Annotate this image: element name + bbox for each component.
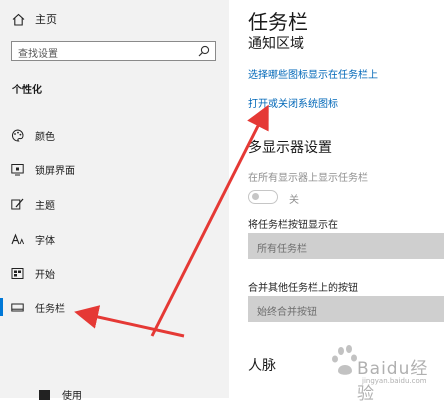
sidebar-item-taskbar[interactable]: 任务栏 <box>0 296 228 318</box>
settings-sidebar: 主页 查找设置 个性化 颜色 锁屏界面 主题 字体 开始 任务栏 使用 <box>0 0 228 402</box>
start-icon <box>11 267 24 279</box>
show-all-displays-toggle[interactable] <box>248 190 278 204</box>
sidebar-item-label: 字体 <box>35 235 55 247</box>
sidebar-item-themes[interactable]: 主题 <box>0 193 228 215</box>
app-list-icon <box>39 389 50 400</box>
palette-icon <box>11 128 24 141</box>
watermark-url: jingyan.baidu.com <box>362 377 427 385</box>
sidebar-item-label: 颜色 <box>35 131 55 143</box>
sidebar-item-label: 开始 <box>35 269 55 281</box>
sidebar-item-label: 主题 <box>35 200 55 212</box>
search-input[interactable]: 查找设置 <box>11 41 216 61</box>
multi-display-heading: 多显示器设置 <box>248 140 332 156</box>
page-title: 任务栏 <box>248 10 308 34</box>
dropdown-value: 所有任务栏 <box>257 244 307 255</box>
home-icon <box>12 13 25 26</box>
sidebar-item-lockscreen[interactable]: 锁屏界面 <box>0 158 228 180</box>
section-title: 个性化 <box>12 85 42 96</box>
taskbar-icon <box>11 303 24 311</box>
sidebar-item-label: 锁屏界面 <box>35 165 75 177</box>
home-nav-item[interactable]: 主页 <box>12 9 57 29</box>
select-taskbar-icons-link[interactable]: 选择哪些图标显示在任务栏上 <box>248 66 378 81</box>
sidebar-item-fonts[interactable]: 字体 <box>0 228 228 250</box>
search-placeholder: 查找设置 <box>18 49 58 60</box>
sidebar-item-label: 使用 <box>62 390 82 402</box>
active-indicator <box>0 298 3 316</box>
show-buttons-label: 将任务栏按钮显示在 <box>248 220 338 231</box>
toggle-state-text: 关 <box>289 195 299 206</box>
show-all-displays-label: 在所有显示器上显示任务栏 <box>248 173 368 184</box>
sidebar-item-partial[interactable]: 使用 <box>0 383 228 405</box>
notification-area-heading: 通知区域 <box>248 36 304 52</box>
taskbar-settings-pane: 任务栏 通知区域 选择哪些图标显示在任务栏上 打开或关闭系统图标 多显示器设置 … <box>229 0 444 398</box>
dropdown-value: 始终合并按钮 <box>257 307 317 318</box>
home-label: 主页 <box>35 13 57 26</box>
theme-brush-icon <box>11 198 24 209</box>
combine-buttons-label: 合并其他任务栏上的按钮 <box>248 283 358 294</box>
lockscreen-icon <box>11 163 24 175</box>
toggle-knob <box>252 193 259 200</box>
combine-buttons-dropdown[interactable]: 始终合并按钮 <box>248 296 444 322</box>
system-icons-link[interactable]: 打开或关闭系统图标 <box>248 95 338 110</box>
sidebar-item-label: 任务栏 <box>35 303 65 315</box>
font-icon <box>11 232 24 244</box>
people-heading: 人脉 <box>248 358 276 374</box>
sidebar-item-colors[interactable]: 颜色 <box>0 124 228 146</box>
sidebar-item-start[interactable]: 开始 <box>0 262 228 284</box>
search-icon <box>198 45 210 57</box>
show-buttons-dropdown[interactable]: 所有任务栏 <box>248 233 444 259</box>
